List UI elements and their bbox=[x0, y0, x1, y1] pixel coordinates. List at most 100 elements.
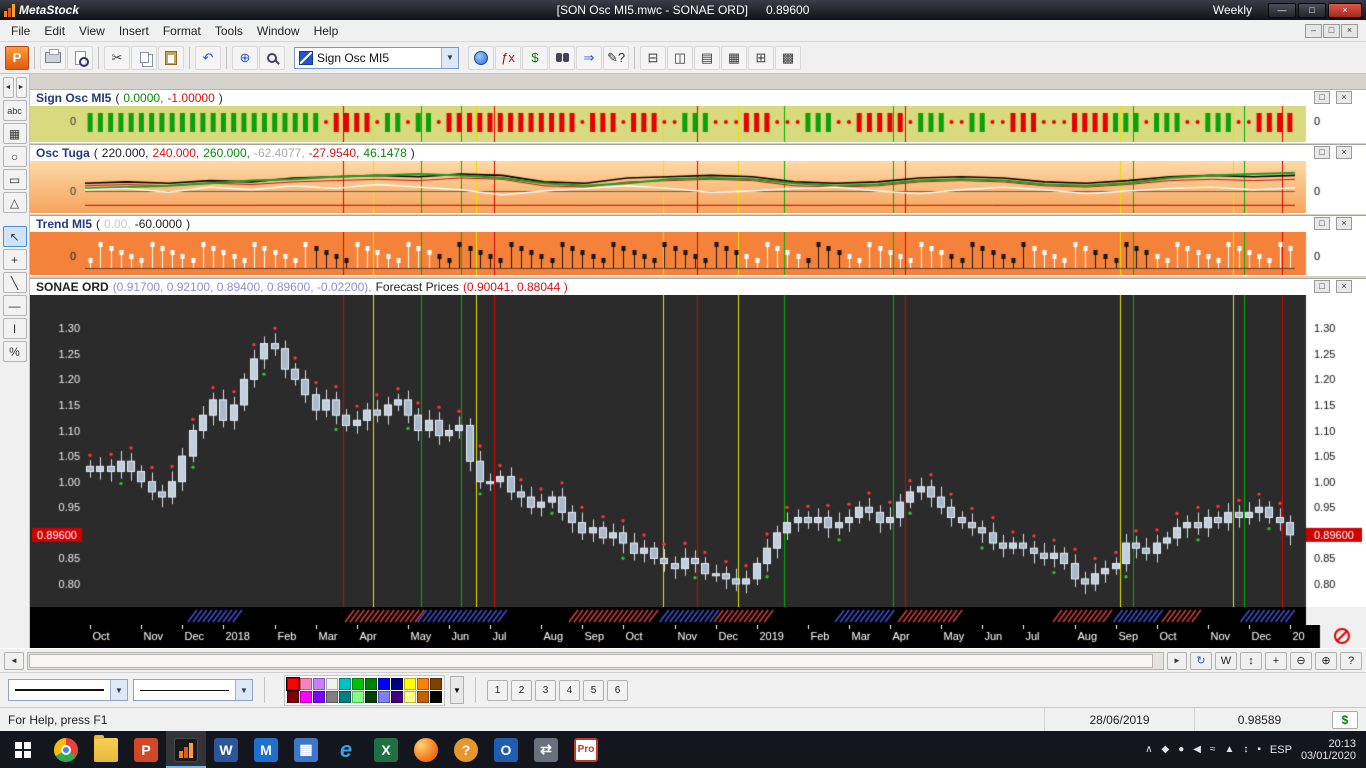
start-button[interactable] bbox=[0, 731, 46, 768]
scroll-right-button[interactable]: ► bbox=[1167, 651, 1187, 670]
power-console-button[interactable]: P bbox=[5, 45, 29, 70]
template-button-1[interactable]: 1 bbox=[487, 679, 508, 701]
taskbar-m-app[interactable]: M bbox=[246, 731, 286, 768]
mdi-minimize-button[interactable]: – bbox=[1305, 23, 1322, 38]
crosshair-button[interactable]: ⊕ bbox=[232, 45, 258, 70]
globe-button[interactable] bbox=[468, 45, 494, 70]
menu-view[interactable]: View bbox=[72, 21, 112, 41]
undo-button[interactable]: ↶ bbox=[195, 45, 221, 70]
tray-icon-signal[interactable]: ▲ bbox=[1224, 744, 1234, 755]
panel-close-button[interactable]: × bbox=[1336, 280, 1352, 293]
zoom-out-button[interactable]: ⊖ bbox=[1290, 651, 1312, 670]
taskbar-explorer[interactable] bbox=[86, 731, 126, 768]
template-button-5[interactable]: 5 bbox=[583, 679, 604, 701]
minimize-button[interactable]: — bbox=[1268, 2, 1296, 18]
template-button-2[interactable]: 2 bbox=[511, 679, 532, 701]
scrollbar-thumb[interactable] bbox=[29, 653, 1153, 668]
menu-insert[interactable]: Insert bbox=[112, 21, 156, 41]
color-swatch[interactable] bbox=[417, 677, 429, 690]
close-button[interactable]: × bbox=[1328, 2, 1362, 18]
color-swatch[interactable] bbox=[313, 690, 325, 703]
menu-file[interactable]: File bbox=[4, 21, 37, 41]
horizontal-line-tool[interactable]: — bbox=[2, 295, 27, 316]
layout-tile-horizontal-button[interactable]: ▤ bbox=[694, 45, 720, 70]
layout-grid-button[interactable]: ⊞ bbox=[748, 45, 774, 70]
print-button[interactable] bbox=[40, 45, 66, 70]
taskbar-chrome[interactable] bbox=[46, 731, 86, 768]
maximize-button[interactable]: □ bbox=[1298, 2, 1326, 18]
chevron-down-icon[interactable]: ▼ bbox=[235, 680, 252, 700]
triangle-tool[interactable]: △ bbox=[2, 192, 27, 213]
vertical-scale-button[interactable]: ↕ bbox=[1240, 651, 1262, 670]
price-chart[interactable] bbox=[30, 295, 1366, 607]
chevron-down-icon[interactable]: ▼ bbox=[110, 680, 127, 700]
cut-button[interactable]: ✂ bbox=[104, 45, 130, 70]
layout-cascade-button[interactable]: ◫ bbox=[667, 45, 693, 70]
pan-button[interactable]: + bbox=[1265, 651, 1287, 670]
panel-close-button[interactable]: × bbox=[1336, 146, 1352, 159]
mdi-close-button[interactable]: × bbox=[1341, 23, 1358, 38]
taskbar-word[interactable]: W bbox=[206, 731, 246, 768]
taskbar-excel[interactable]: X bbox=[366, 731, 406, 768]
scroll-left-button[interactable]: ◄ bbox=[4, 651, 24, 670]
color-swatch[interactable] bbox=[430, 677, 442, 690]
fibonacci-tool[interactable]: % bbox=[2, 341, 27, 362]
expert-advisor-button[interactable]: ⇒ bbox=[576, 45, 602, 70]
scrollbar-track[interactable] bbox=[27, 651, 1164, 670]
help-pointer-button[interactable]: ✎? bbox=[603, 45, 629, 70]
language-indicator[interactable]: ESP bbox=[1270, 744, 1292, 756]
rectangle-tool[interactable]: ▭ bbox=[2, 169, 27, 190]
menu-tools[interactable]: Tools bbox=[208, 21, 250, 41]
menu-edit[interactable]: Edit bbox=[37, 21, 72, 41]
color-swatch[interactable] bbox=[378, 690, 390, 703]
color-swatch[interactable] bbox=[352, 677, 364, 690]
menu-window[interactable]: Window bbox=[250, 21, 307, 41]
trend-chart[interactable] bbox=[30, 232, 1366, 275]
indicator-combo[interactable]: Sign Osc MI5 ▼ bbox=[294, 46, 459, 69]
panel-maximize-button[interactable]: □ bbox=[1314, 280, 1330, 293]
color-swatch[interactable] bbox=[365, 690, 377, 703]
template-button-3[interactable]: 3 bbox=[535, 679, 556, 701]
panel-maximize-button[interactable]: □ bbox=[1314, 217, 1330, 230]
color-swatch[interactable] bbox=[326, 690, 338, 703]
mdi-restore-button[interactable]: □ bbox=[1323, 23, 1340, 38]
color-swatch[interactable] bbox=[339, 677, 351, 690]
tray-icon-cloud[interactable]: ● bbox=[1178, 744, 1184, 755]
trendline-tool[interactable]: ╲ bbox=[2, 272, 27, 293]
osc-tuga-chart[interactable] bbox=[30, 161, 1366, 213]
dollar-icon[interactable]: $ bbox=[1332, 710, 1358, 729]
pointer-tool[interactable]: ↖ bbox=[2, 226, 27, 247]
panel-maximize-button[interactable]: □ bbox=[1314, 91, 1330, 104]
crosshair-tool[interactable]: + bbox=[2, 249, 27, 270]
color-swatch[interactable] bbox=[326, 677, 338, 690]
grid-tool[interactable]: ▦ bbox=[2, 123, 27, 144]
color-swatch[interactable] bbox=[404, 690, 416, 703]
color-swatch[interactable] bbox=[391, 690, 403, 703]
color-swatch[interactable] bbox=[404, 677, 416, 690]
taskbar-clock[interactable]: 20:13 03/01/2020 bbox=[1301, 738, 1356, 762]
color-swatch[interactable] bbox=[365, 677, 377, 690]
color-swatch[interactable] bbox=[430, 690, 442, 703]
layout-new-button[interactable]: ⊟ bbox=[640, 45, 666, 70]
zoom-reset-button[interactable]: ↻ bbox=[1190, 651, 1212, 670]
function-button[interactable]: ƒx bbox=[495, 45, 521, 70]
color-swatch[interactable] bbox=[378, 677, 390, 690]
color-swatch[interactable] bbox=[286, 676, 300, 691]
taskbar-calculator[interactable]: ▦ bbox=[286, 731, 326, 768]
palette-dropdown-icon[interactable]: ▼ bbox=[450, 676, 464, 704]
tray-icon-updown[interactable]: ↕ bbox=[1243, 744, 1248, 755]
taskbar-powerpoint[interactable]: P bbox=[126, 731, 166, 768]
color-swatch[interactable] bbox=[300, 677, 312, 690]
color-swatch[interactable] bbox=[352, 690, 364, 703]
taskbar-firefox[interactable] bbox=[406, 731, 446, 768]
menu-help[interactable]: Help bbox=[307, 21, 346, 41]
line-style-combo[interactable]: ▼ bbox=[8, 679, 128, 701]
tray-expand-icon[interactable]: ∧ bbox=[1145, 744, 1152, 755]
taskbar-transfer[interactable]: ⇄ bbox=[526, 731, 566, 768]
taskbar-help[interactable]: ? bbox=[446, 731, 486, 768]
color-swatch[interactable] bbox=[300, 690, 312, 703]
copy-button[interactable] bbox=[131, 45, 157, 70]
chart-help-button[interactable]: ? bbox=[1340, 651, 1362, 670]
ellipse-tool[interactable]: ○ bbox=[2, 146, 27, 167]
sign-osc-chart[interactable] bbox=[30, 106, 1366, 142]
